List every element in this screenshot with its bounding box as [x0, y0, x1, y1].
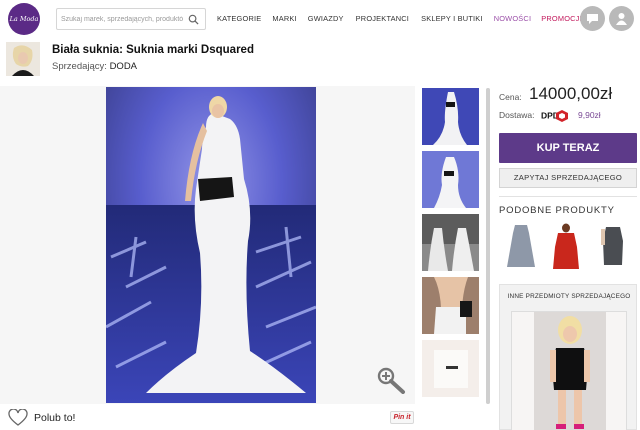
similar-product-1[interactable]: [501, 223, 541, 269]
main-product-image[interactable]: [106, 87, 316, 403]
other-items-title: INNE PRZEDMIOTY SPRZEDAJĄCEGO: [507, 293, 631, 300]
zoom-icon[interactable]: [376, 366, 406, 394]
other-item-image[interactable]: [511, 311, 627, 430]
top-bar: La Moda KATEGORIE MARKI GWIAZDY PROJEKTA…: [0, 0, 640, 38]
nav-kategorie[interactable]: KATEGORIE: [217, 14, 261, 26]
nav-nowosci[interactable]: NOWOŚCI: [494, 14, 532, 26]
pin-it-button[interactable]: Pin it: [390, 411, 414, 424]
account-button[interactable]: [609, 6, 634, 31]
nav-sklepy[interactable]: SKLEPY I BUTIKI: [421, 14, 483, 26]
chat-icon: [587, 14, 598, 24]
user-icon: [616, 13, 627, 25]
search-icon[interactable]: [188, 14, 199, 25]
similar-product-2[interactable]: [546, 223, 586, 269]
nav-gwiazdy[interactable]: GWIAZDY: [308, 14, 344, 26]
thumbnail-scrollbar[interactable]: [486, 88, 490, 404]
nav-promocje[interactable]: PROMOCJE: [541, 14, 584, 26]
main-nav: KATEGORIE MARKI GWIAZDY PROJEKTANCI SKLE…: [217, 14, 585, 26]
divider: [499, 196, 637, 197]
product-title: Biała suknia: Suknia marki Dsquared: [52, 44, 254, 56]
similar-product-3[interactable]: [593, 223, 633, 269]
like-label: Polub to!: [34, 412, 76, 424]
thumbnail-4[interactable]: [422, 277, 479, 334]
shipping-label: Dostawa:: [499, 110, 535, 120]
search-box[interactable]: [56, 8, 206, 30]
thumbnail-2[interactable]: [422, 151, 479, 208]
thumbnail-5[interactable]: [422, 340, 479, 397]
dpd-logo: DPD: [541, 110, 568, 122]
search-input[interactable]: [61, 12, 183, 27]
ask-seller-button[interactable]: ZAPYTAJ SPRZEDAJĄCEGO: [499, 168, 637, 188]
nav-projektanci[interactable]: PROJEKTANCI: [356, 14, 409, 26]
similar-products-title: PODOBNE PRODUKTY: [499, 205, 615, 216]
like-button[interactable]: Polub to!: [8, 409, 75, 427]
seller-avatar[interactable]: [6, 42, 40, 76]
buy-now-button[interactable]: KUP TERAZ: [499, 133, 637, 163]
heart-icon: [8, 409, 28, 426]
price-label: Cena:: [499, 92, 522, 102]
other-seller-items: INNE PRZEDMIOTY SPRZEDAJĄCEGO: [499, 284, 637, 430]
logo-text: La Moda: [9, 15, 39, 23]
nav-marki[interactable]: MARKI: [272, 14, 296, 26]
messages-button[interactable]: [580, 6, 605, 31]
seller-name[interactable]: DODA: [110, 61, 137, 72]
seller-line: Sprzedający: DODA: [52, 61, 137, 72]
seller-label: Sprzedający:: [52, 61, 107, 72]
price-value: 14000,00zł: [529, 84, 613, 103]
thumbnail-3[interactable]: [422, 214, 479, 271]
shipping-price: 9,90zł: [578, 110, 601, 120]
site-logo[interactable]: La Moda: [8, 3, 40, 35]
thumbnail-1[interactable]: [422, 88, 479, 145]
